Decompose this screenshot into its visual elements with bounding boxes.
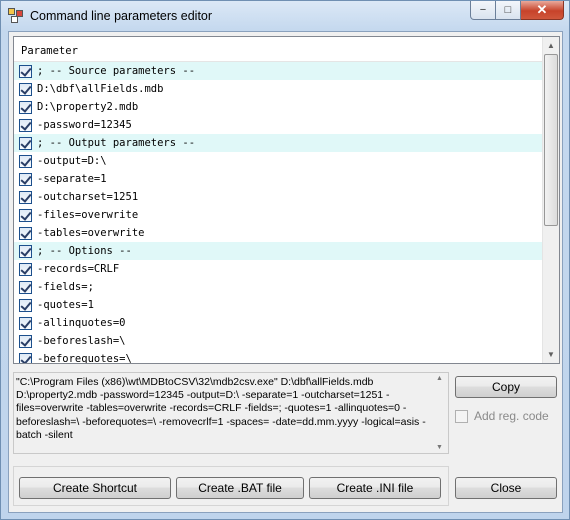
list-item-section[interactable]: ; -- Options --	[14, 242, 544, 260]
checkbox-checked-icon[interactable]	[19, 190, 32, 204]
scroll-down-icon: ▼	[547, 350, 555, 359]
command-scrollbar[interactable]: ▲ ▼	[434, 373, 448, 453]
column-header-parameter[interactable]: Parameter	[14, 37, 544, 62]
checkbox-checked-icon[interactable]	[19, 100, 32, 114]
parameter-rows: ; -- Source parameters -- D:\dbf\allField…	[14, 62, 544, 364]
list-item[interactable]: -beforequotes=\	[14, 350, 544, 364]
list-item[interactable]: D:\dbf\allFields.mdb	[14, 80, 544, 98]
checkbox-checked-icon[interactable]	[19, 154, 32, 168]
app-window: Command line parameters editor − □ ✕ Par…	[0, 0, 570, 520]
close-button[interactable]: Close	[455, 477, 557, 499]
parameter-text: ; -- Output parameters --	[37, 137, 196, 149]
window-close-button[interactable]: ✕	[521, 1, 564, 20]
app-icon-square-yellow	[8, 8, 15, 15]
command-line-text: "C:\Program Files (x86)\wt\MDBtoCSV\32\m…	[16, 376, 426, 441]
app-icon	[8, 8, 24, 24]
checkbox-checked-icon[interactable]	[19, 64, 32, 78]
list-item[interactable]: -output=D:\	[14, 152, 544, 170]
parameter-text: -outcharset=1251	[37, 191, 139, 203]
minimize-icon: −	[479, 4, 487, 16]
checkbox-checked-icon[interactable]	[19, 244, 32, 258]
app-icon-square-white	[11, 16, 18, 23]
parameter-text: D:\property2.mdb	[37, 101, 139, 113]
checkbox-checked-icon[interactable]	[19, 316, 32, 330]
command-line-box[interactable]: "C:\Program Files (x86)\wt\MDBtoCSV\32\m…	[13, 372, 449, 454]
parameter-text: -files=overwrite	[37, 209, 139, 221]
list-item[interactable]: -records=CRLF	[14, 260, 544, 278]
checkbox-checked-icon[interactable]	[19, 298, 32, 312]
parameter-text: D:\dbf\allFields.mdb	[37, 83, 164, 95]
list-item[interactable]: -password=12345	[14, 116, 544, 134]
checkbox-checked-icon[interactable]	[19, 82, 32, 96]
maximize-icon: □	[504, 4, 512, 16]
maximize-button[interactable]: □	[496, 1, 521, 20]
list-item[interactable]: -tables=overwrite	[14, 224, 544, 242]
checkbox-checked-icon[interactable]	[19, 280, 32, 294]
parameter-text: -beforeslash=\	[37, 335, 126, 347]
list-item[interactable]: -outcharset=1251	[14, 188, 544, 206]
parameter-text: -allinquotes=0	[37, 317, 126, 329]
add-reg-code-label: Add reg. code	[474, 409, 549, 423]
scroll-down-button[interactable]: ▼	[543, 346, 559, 363]
list-item[interactable]: -separate=1	[14, 170, 544, 188]
checkbox-checked-icon[interactable]	[19, 136, 32, 150]
checkbox-checked-icon[interactable]	[19, 334, 32, 348]
title-bar[interactable]: Command line parameters editor − □ ✕	[1, 1, 569, 31]
checkbox-checked-icon[interactable]	[19, 226, 32, 240]
list-item-section[interactable]: ; -- Output parameters --	[14, 134, 544, 152]
parameter-text: ; -- Source parameters --	[37, 65, 196, 77]
scroll-thumb[interactable]	[544, 54, 558, 226]
client-area: Parameter ; -- Source parameters -- D:\db…	[8, 31, 563, 513]
parameter-text: -beforequotes=\	[37, 353, 132, 364]
create-bat-button[interactable]: Create .BAT file	[176, 477, 304, 499]
list-item[interactable]: -beforeslash=\	[14, 332, 544, 350]
checkbox-checked-icon[interactable]	[19, 208, 32, 222]
create-ini-button[interactable]: Create .INI file	[309, 477, 441, 499]
list-scrollbar[interactable]: ▲ ▼	[542, 37, 559, 363]
command-scroll-down-icon[interactable]: ▼	[436, 444, 443, 451]
window-title: Command line parameters editor	[30, 9, 213, 23]
create-shortcut-button[interactable]: Create Shortcut	[19, 477, 171, 499]
parameter-text: -fields=;	[37, 281, 94, 293]
add-reg-code-check[interactable]	[455, 409, 468, 423]
parameter-text: -records=CRLF	[37, 263, 120, 275]
caption-buttons: − □ ✕	[470, 1, 564, 21]
close-icon: ✕	[536, 2, 548, 17]
list-item[interactable]: -files=overwrite	[14, 206, 544, 224]
list-item[interactable]: -fields=;	[14, 278, 544, 296]
parameter-text: -password=12345	[37, 119, 132, 131]
checkbox-checked-icon[interactable]	[19, 352, 32, 363]
add-reg-code-checkbox[interactable]: Add reg. code	[455, 409, 549, 423]
list-item[interactable]: -allinquotes=0	[14, 314, 544, 332]
command-scroll-up-icon[interactable]: ▲	[436, 375, 443, 382]
list-item[interactable]: -quotes=1	[14, 296, 544, 314]
checkbox-checked-icon[interactable]	[19, 118, 32, 132]
parameter-text: -output=D:\	[37, 155, 107, 167]
list-item-section[interactable]: ; -- Source parameters --	[14, 62, 544, 80]
scroll-up-icon: ▲	[547, 41, 555, 50]
parameter-text: -quotes=1	[37, 299, 94, 311]
parameter-list[interactable]: Parameter ; -- Source parameters -- D:\db…	[13, 36, 560, 364]
parameter-text: -separate=1	[37, 173, 107, 185]
scroll-up-button[interactable]: ▲	[543, 37, 559, 54]
parameter-text: -tables=overwrite	[37, 227, 145, 239]
copy-button[interactable]: Copy	[455, 376, 557, 398]
checkbox-checked-icon[interactable]	[19, 172, 32, 186]
list-item[interactable]: D:\property2.mdb	[14, 98, 544, 116]
parameter-text: ; -- Options --	[37, 245, 132, 257]
minimize-button[interactable]: −	[470, 1, 496, 20]
checkbox-checked-icon[interactable]	[19, 262, 32, 276]
